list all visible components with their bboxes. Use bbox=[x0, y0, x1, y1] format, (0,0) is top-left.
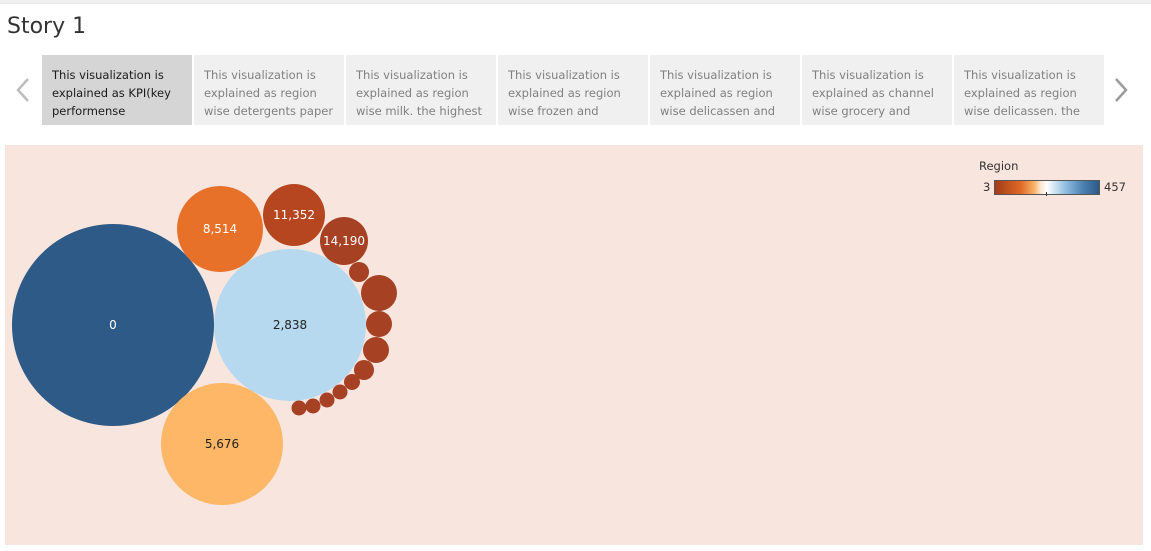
caption-text: This visualization is explained as KPI(k… bbox=[52, 68, 171, 118]
bubble-label: 2,838 bbox=[273, 318, 307, 332]
caption-text: This visualization is explained as chann… bbox=[812, 68, 934, 118]
region-color-legend[interactable]: Region 3 457 bbox=[979, 159, 1129, 199]
packed-bubble-visualization: 0 2,838 5,676 8,514 11,352 14,190 Region 3 45… bbox=[5, 145, 1143, 545]
legend-max-value: 457 bbox=[1104, 180, 1126, 194]
bubble[interactable] bbox=[363, 337, 389, 363]
top-toolbar-strip bbox=[0, 0, 1151, 4]
story-point-caption-5[interactable]: This visualization is explained as regio… bbox=[650, 55, 800, 125]
caption-text: This visualization is explained as regio… bbox=[508, 68, 621, 118]
story-point-caption-4[interactable]: This visualization is explained as regio… bbox=[498, 55, 648, 125]
bubble-chart: 0 2,838 5,676 8,514 11,352 14,190 bbox=[12, 184, 397, 505]
bubble[interactable] bbox=[291, 400, 307, 416]
legend-min-value: 3 bbox=[983, 180, 991, 194]
bubble-label: 8,514 bbox=[203, 222, 237, 236]
bubble-label: 5,676 bbox=[205, 437, 239, 451]
caption-text: This visualization is explained as regio… bbox=[356, 68, 483, 118]
caption-text: This visualization is explained as regio… bbox=[964, 68, 1080, 118]
chevron-left-icon bbox=[16, 78, 29, 102]
story-point-caption-2[interactable]: This visualization is explained as regio… bbox=[194, 55, 344, 125]
bubble-label: 11,352 bbox=[273, 208, 315, 222]
story-point-caption-1[interactable]: This visualization is explained as KPI(k… bbox=[42, 55, 192, 125]
bubble[interactable] bbox=[366, 311, 392, 337]
legend-color-ramp bbox=[994, 180, 1100, 195]
story-title: Story 1 bbox=[7, 14, 87, 39]
legend-title: Region bbox=[979, 159, 1019, 173]
bubble[interactable] bbox=[349, 262, 369, 282]
bubble[interactable] bbox=[361, 275, 397, 311]
caption-text: This visualization is explained as regio… bbox=[660, 68, 776, 118]
bubble[interactable] bbox=[344, 374, 360, 390]
chevron-right-icon bbox=[1115, 78, 1128, 102]
story-caption-bar: This visualization is explained as KPI(k… bbox=[42, 55, 1105, 125]
bubble-label: 14,190 bbox=[323, 234, 365, 248]
legend-midpoint-tick bbox=[1046, 192, 1047, 196]
story-point-caption-7[interactable]: This visualization is explained as regio… bbox=[954, 55, 1104, 125]
previous-caption-button[interactable] bbox=[14, 76, 32, 104]
next-caption-button[interactable] bbox=[1112, 76, 1130, 104]
caption-text: This visualization is explained as regio… bbox=[204, 68, 334, 118]
bubble[interactable] bbox=[319, 392, 335, 408]
bubble[interactable] bbox=[332, 384, 348, 400]
story-point-caption-6[interactable]: This visualization is explained as chann… bbox=[802, 55, 952, 125]
bubble[interactable] bbox=[305, 398, 321, 414]
story-point-caption-3[interactable]: This visualization is explained as regio… bbox=[346, 55, 496, 125]
bubble-label: 0 bbox=[109, 318, 117, 332]
